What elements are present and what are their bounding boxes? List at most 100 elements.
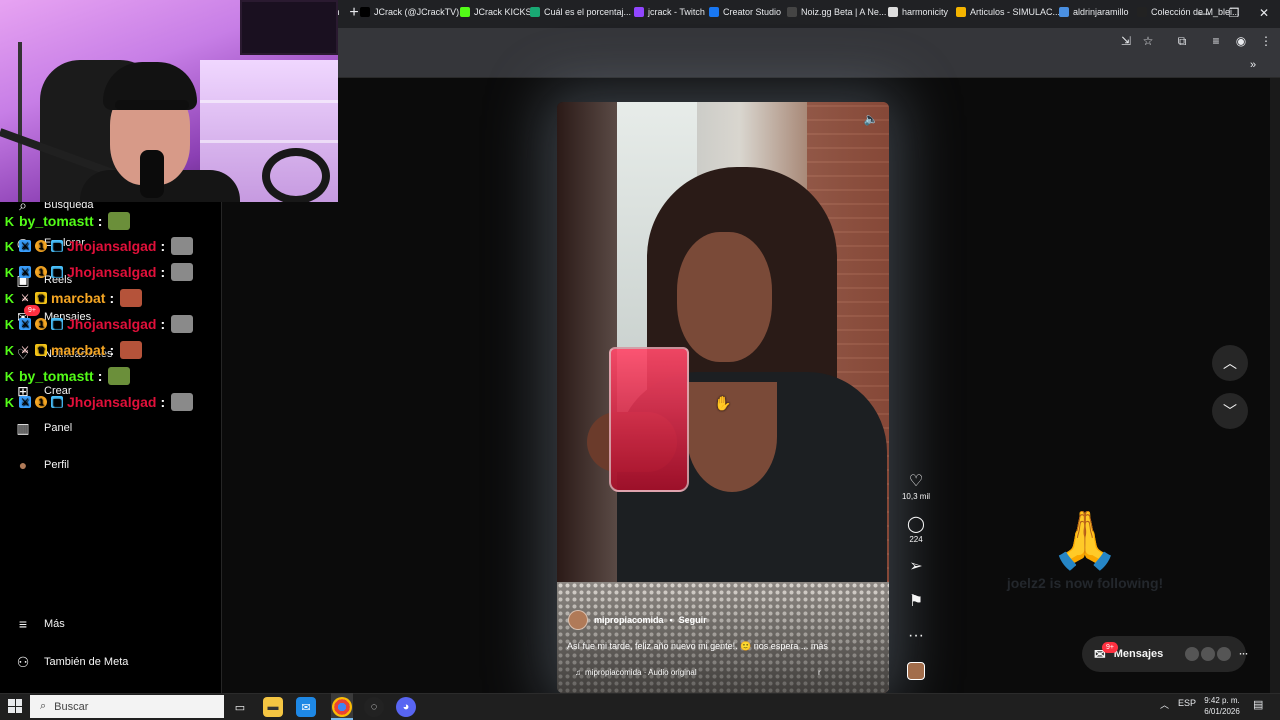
- steering-wheel: [262, 148, 330, 202]
- meta-apps-icon: ⚇: [16, 653, 30, 670]
- author-username[interactable]: mipropiacomida: [594, 615, 664, 625]
- audio-thumbnail[interactable]: [907, 662, 925, 680]
- chat-badge-mod-icon: ⚔: [20, 292, 30, 303]
- file-explorer-icon[interactable]: ▬: [263, 697, 283, 717]
- bookmark-item[interactable]: Colección de M_blei...: [1137, 4, 1240, 19]
- sidebar-item-6[interactable]: ▥ Panel: [14, 417, 72, 439]
- bookmark-favicon-icon: [709, 6, 719, 17]
- screen: { "browser": { "new_tab_symbol": "+", "w…: [0, 0, 1280, 720]
- hamburger-icon: ≡: [18, 616, 28, 632]
- chat-badge-one-icon: 1: [35, 318, 47, 330]
- media-control-icon[interactable]: ≡: [1208, 33, 1224, 49]
- sidebar-item-more[interactable]: ≡ Más: [14, 613, 65, 635]
- chat-message: Kby_tomastt:: [4, 366, 131, 386]
- cap-brim: [115, 100, 189, 110]
- language-indicator[interactable]: ESP: [1178, 698, 1196, 708]
- bookmark-icon: ⚑: [908, 593, 924, 610]
- chat-badge-mod-icon: ⚔: [20, 344, 30, 355]
- notifications-icon[interactable]: ▤: [1253, 698, 1263, 711]
- sidebar-item-label: También de Meta: [44, 656, 129, 668]
- chat-badge-swords-icon: ⚔: [19, 266, 31, 278]
- clock-date: 6/01/2026: [1204, 707, 1240, 716]
- bookmark-item[interactable]: jcrack - Twitch: [634, 4, 705, 19]
- tray-overflow-icon[interactable]: ︿: [1160, 698, 1169, 711]
- sidebar-item-meta[interactable]: ⚇ También de Meta: [14, 651, 129, 673]
- author-avatar[interactable]: [568, 610, 588, 630]
- bookmarks-overflow-button[interactable]: »: [1250, 59, 1256, 71]
- sidebar-item-label: Panel: [44, 422, 73, 434]
- bookmark-label: Cuál es el porcentaj...: [544, 6, 632, 17]
- bookmark-item[interactable]: Noiz.gg Beta | A Ne...: [787, 4, 886, 19]
- bookmark-label: Articulos - SIMULAC...: [970, 6, 1061, 17]
- bookmark-item[interactable]: Cuál es el porcentaj...: [530, 4, 631, 19]
- discord-icon[interactable]: ◕: [396, 697, 416, 717]
- bookmark-item[interactable]: aldrinjaramillo: [1059, 4, 1129, 19]
- follow-alert-overlay: 🙏 joelz2 is now following!: [1000, 505, 1170, 625]
- page-scrollbar[interactable]: [1270, 78, 1280, 693]
- windows-start-icon[interactable]: [8, 699, 22, 713]
- bookmark-favicon-icon: [1059, 6, 1069, 17]
- save-button[interactable]: ⚑: [900, 593, 932, 611]
- mail-icon[interactable]: ✉: [296, 697, 316, 717]
- chat-username: by_tomastt: [19, 213, 94, 229]
- bookmark-favicon-icon: [460, 6, 470, 17]
- task-view-icon[interactable]: ▭: [230, 697, 250, 717]
- ellipsis-icon: ···: [1239, 649, 1249, 659]
- send-icon: ➢: [909, 558, 923, 575]
- light-stand: [18, 42, 22, 202]
- sidebar-item-7[interactable]: ● Perfil: [14, 454, 69, 476]
- chat-username: marcbat: [51, 290, 106, 306]
- chat-message: K ⚔ 1 ▦ Jhojansalgad:: [4, 262, 194, 282]
- bookmark-item[interactable]: Articulos - SIMULAC...: [956, 4, 1060, 19]
- sidebar-item-label: Perfil: [44, 459, 70, 471]
- next-reel-button[interactable]: ﹀: [1212, 393, 1248, 429]
- close-button[interactable]: ✕: [1252, 4, 1276, 22]
- message-avatars: [1185, 647, 1232, 661]
- chat-badge-one-icon: 1: [35, 240, 47, 252]
- bookmark-favicon-icon: [1137, 6, 1147, 17]
- bookmark-label: Colección de M_blei...: [1151, 6, 1240, 17]
- install-app-icon[interactable]: ⇲: [1118, 33, 1134, 49]
- profile-extension-icon[interactable]: ◉: [1233, 33, 1249, 49]
- bookmark-label: jcrack - Twitch: [648, 6, 705, 17]
- bookmark-label: Noiz.gg Beta | A Ne...: [801, 6, 887, 17]
- share-button[interactable]: ➢: [900, 558, 932, 576]
- taskbar-clock[interactable]: 9:42 p. m. 6/01/2026: [1200, 695, 1244, 717]
- chat-colon: :: [109, 290, 115, 306]
- audio-label: mipropiacomida · Audio original: [585, 668, 697, 677]
- chat-badge-one-icon: 1: [35, 266, 47, 278]
- more-options-button[interactable]: ···: [900, 627, 932, 645]
- sound-toggle-icon[interactable]: 🔈: [862, 110, 880, 128]
- chat-badge-k-icon: K: [4, 238, 15, 254]
- chat-colon: :: [109, 342, 115, 358]
- bookmark-star-icon[interactable]: ☆: [1140, 33, 1156, 49]
- chat-message: K ⚔ 1 ▦ Jhojansalgad:: [4, 392, 194, 412]
- profile-avatar: ●: [18, 457, 28, 473]
- follow-button[interactable]: Seguir: [679, 615, 707, 625]
- chat-badge-k-icon: K: [4, 342, 15, 358]
- chat-colon: :: [97, 213, 103, 229]
- taskbar-search[interactable]: ⌕ Buscar: [30, 695, 224, 718]
- comment-button[interactable]: ◯ 224: [900, 516, 932, 544]
- reel-audio-link[interactable]: ♫ mipropiacomida · Audio original: [575, 668, 697, 677]
- bookmark-item[interactable]: JCrack KICKS: [460, 4, 532, 19]
- chrome-icon[interactable]: [332, 697, 352, 717]
- chat-emote-icon: [171, 263, 194, 281]
- chat-badge-k-icon: K: [4, 394, 15, 410]
- chat-badge-k-icon: K: [4, 213, 15, 229]
- extensions-icon[interactable]: ⧉: [1174, 33, 1190, 49]
- previous-reel-button[interactable]: ︿: [1212, 345, 1248, 381]
- obs-icon[interactable]: ◌: [364, 697, 384, 717]
- bookmark-label: aldrinjaramillo: [1073, 6, 1129, 17]
- reel-caption[interactable]: Así fue mi tarde, feliz año nuevo mi gen…: [567, 641, 828, 652]
- ellipsis-icon: ···: [908, 627, 924, 644]
- like-button[interactable]: ♡ 10,3 mil: [900, 473, 932, 501]
- bookmark-item[interactable]: JCrack (@JCrackTV)...: [360, 4, 467, 19]
- video-subject-face: [677, 232, 772, 362]
- browser-menu-icon[interactable]: ⋮: [1258, 33, 1274, 49]
- bookmark-item[interactable]: harmonicity: [888, 4, 948, 19]
- reel-author[interactable]: mipropiacomida • Seguir: [568, 610, 707, 630]
- chat-message: Kby_tomastt:: [4, 211, 131, 231]
- bookmark-item[interactable]: Creator Studio: [709, 4, 781, 19]
- chart-icon: ▥: [16, 419, 30, 436]
